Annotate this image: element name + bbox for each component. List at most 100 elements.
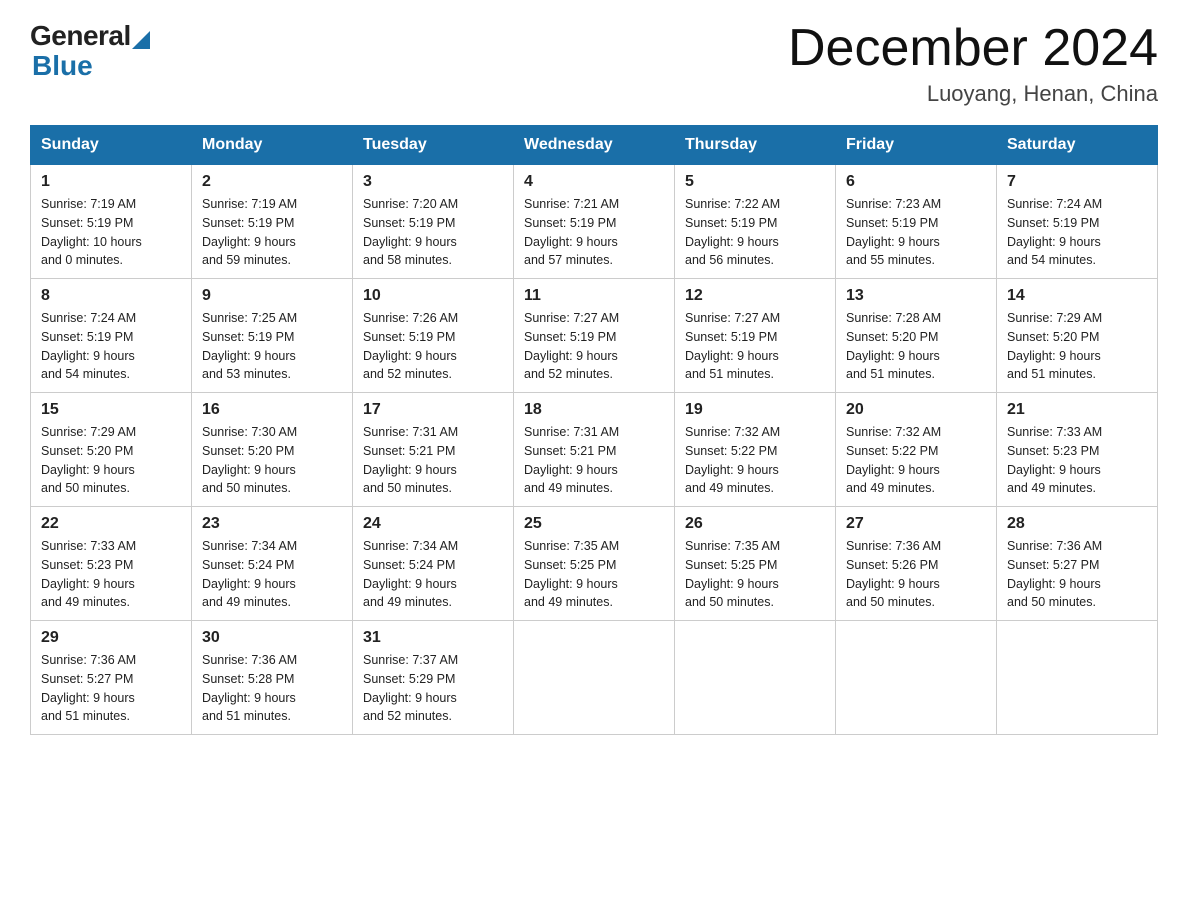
day-info: Sunrise: 7:37 AMSunset: 5:29 PMDaylight:…	[363, 651, 503, 726]
col-sunday: Sunday	[31, 126, 192, 165]
table-row: 13 Sunrise: 7:28 AMSunset: 5:20 PMDayligh…	[836, 279, 997, 393]
day-number: 31	[363, 629, 503, 647]
table-row: 24 Sunrise: 7:34 AMSunset: 5:24 PMDayligh…	[353, 507, 514, 621]
day-info: Sunrise: 7:26 AMSunset: 5:19 PMDaylight:…	[363, 309, 503, 384]
table-row: 1Sunrise: 7:19 AMSunset: 5:19 PMDaylight…	[31, 165, 192, 279]
table-row: 25 Sunrise: 7:35 AMSunset: 5:25 PMDayligh…	[514, 507, 675, 621]
table-row: 17 Sunrise: 7:31 AMSunset: 5:21 PMDayligh…	[353, 393, 514, 507]
day-number: 15	[41, 401, 181, 419]
col-tuesday: Tuesday	[353, 126, 514, 165]
table-row: 29 Sunrise: 7:36 AMSunset: 5:27 PMDayligh…	[31, 621, 192, 735]
day-number: 29	[41, 629, 181, 647]
table-row: 10 Sunrise: 7:26 AMSunset: 5:19 PMDayligh…	[353, 279, 514, 393]
day-info: Sunrise: 7:33 AMSunset: 5:23 PMDaylight:…	[41, 537, 181, 612]
table-row: 15 Sunrise: 7:29 AMSunset: 5:20 PMDayligh…	[31, 393, 192, 507]
day-info: Sunrise: 7:31 AMSunset: 5:21 PMDaylight:…	[363, 423, 503, 498]
table-row: 28Sunrise: 7:36 AMSunset: 5:27 PMDayligh…	[997, 507, 1158, 621]
calendar-week-row: 22 Sunrise: 7:33 AMSunset: 5:23 PMDayligh…	[31, 507, 1158, 621]
day-info: Sunrise: 7:31 AMSunset: 5:21 PMDaylight:…	[524, 423, 664, 498]
day-info: Sunrise: 7:36 AMSunset: 5:28 PMDaylight:…	[202, 651, 342, 726]
calendar-week-row: 1 Sunrise: 7:19 AMSunset: 5:19 PMDaylight…	[31, 165, 1158, 279]
day-number: 10	[363, 287, 503, 305]
day-info: Sunrise: 7:20 AMSunset: 5:19 PMDaylight:…	[363, 195, 503, 270]
calendar-table: Sunday Monday Tuesday Wednesday Thursday…	[30, 125, 1158, 735]
day-number: 22	[41, 515, 181, 533]
day-number: 27	[846, 515, 986, 533]
calendar-week-row: 15 Sunrise: 7:29 AMSunset: 5:20 PMDayligh…	[31, 393, 1158, 507]
table-row: 11Sunrise: 7:27 AMSunset: 5:19 PMDayligh…	[514, 279, 675, 393]
day-number: 18	[524, 401, 664, 419]
table-row: 27 Sunrise: 7:36 AMSunset: 5:26 PMDayligh…	[836, 507, 997, 621]
table-row: 9 Sunrise: 7:25 AMSunset: 5:19 PMDaylight…	[192, 279, 353, 393]
day-number: 4	[524, 173, 664, 191]
table-row: 3 Sunrise: 7:20 AMSunset: 5:19 PMDaylight…	[353, 165, 514, 279]
table-row: 30 Sunrise: 7:36 AMSunset: 5:28 PMDayligh…	[192, 621, 353, 735]
day-number: 26	[685, 515, 825, 533]
day-info: Sunrise: 7:23 AMSunset: 5:19 PMDaylight:…	[846, 195, 986, 270]
col-thursday: Thursday	[675, 126, 836, 165]
day-info: Sunrise: 7:33 AMSunset: 5:23 PMDaylight:…	[1007, 423, 1147, 498]
table-row: 6 Sunrise: 7:23 AMSunset: 5:19 PMDaylight…	[836, 165, 997, 279]
table-row: 12 Sunrise: 7:27 AMSunset: 5:19 PMDayligh…	[675, 279, 836, 393]
location-label: Luoyang, Henan, China	[788, 81, 1158, 107]
day-info: Sunrise: 7:29 AMSunset: 5:20 PMDaylight:…	[1007, 309, 1147, 384]
day-number: 16	[202, 401, 342, 419]
table-row: 20 Sunrise: 7:32 AMSunset: 5:22 PMDayligh…	[836, 393, 997, 507]
day-info: Sunrise: 7:35 AMSunset: 5:25 PMDaylight:…	[685, 537, 825, 612]
logo-general-text: General	[30, 20, 131, 52]
day-info: Sunrise: 7:25 AMSunset: 5:19 PMDaylight:…	[202, 309, 342, 384]
table-row	[997, 621, 1158, 735]
day-number: 8	[41, 287, 181, 305]
day-number: 19	[685, 401, 825, 419]
day-info: Sunrise: 7:22 AMSunset: 5:19 PMDaylight:…	[685, 195, 825, 270]
page-header: General Blue December 2024 Luoyang, Hena…	[30, 20, 1158, 107]
day-info: Sunrise: 7:36 AMSunset: 5:26 PMDaylight:…	[846, 537, 986, 612]
table-row: 7Sunrise: 7:24 AMSunset: 5:19 PMDaylight…	[997, 165, 1158, 279]
calendar-week-row: 8Sunrise: 7:24 AMSunset: 5:19 PMDaylight…	[31, 279, 1158, 393]
day-number: 21	[1007, 401, 1147, 419]
table-row: 5Sunrise: 7:22 AMSunset: 5:19 PMDaylight…	[675, 165, 836, 279]
table-row: 23 Sunrise: 7:34 AMSunset: 5:24 PMDayligh…	[192, 507, 353, 621]
table-row	[836, 621, 997, 735]
table-row: 2 Sunrise: 7:19 AMSunset: 5:19 PMDaylight…	[192, 165, 353, 279]
day-number: 3	[363, 173, 503, 191]
table-row: 18 Sunrise: 7:31 AMSunset: 5:21 PMDayligh…	[514, 393, 675, 507]
logo-blue-text: Blue	[32, 50, 93, 81]
day-info: Sunrise: 7:34 AMSunset: 5:24 PMDaylight:…	[363, 537, 503, 612]
table-row: 8Sunrise: 7:24 AMSunset: 5:19 PMDaylight…	[31, 279, 192, 393]
day-info: Sunrise: 7:28 AMSunset: 5:20 PMDaylight:…	[846, 309, 986, 384]
day-info: Sunrise: 7:27 AMSunset: 5:19 PMDaylight:…	[685, 309, 825, 384]
day-info: Sunrise: 7:36 AMSunset: 5:27 PMDaylight:…	[1007, 537, 1147, 612]
day-number: 17	[363, 401, 503, 419]
day-info: Sunrise: 7:36 AMSunset: 5:27 PMDaylight:…	[41, 651, 181, 726]
calendar-header-row: Sunday Monday Tuesday Wednesday Thursday…	[31, 126, 1158, 165]
header-right: December 2024 Luoyang, Henan, China	[788, 20, 1158, 107]
col-saturday: Saturday	[997, 126, 1158, 165]
table-row: 21 Sunrise: 7:33 AMSunset: 5:23 PMDayligh…	[997, 393, 1158, 507]
table-row	[514, 621, 675, 735]
col-monday: Monday	[192, 126, 353, 165]
day-info: Sunrise: 7:32 AMSunset: 5:22 PMDaylight:…	[685, 423, 825, 498]
day-info: Sunrise: 7:34 AMSunset: 5:24 PMDaylight:…	[202, 537, 342, 612]
day-info: Sunrise: 7:19 AMSunset: 5:19 PMDaylight:…	[202, 195, 342, 270]
day-info: Sunrise: 7:35 AMSunset: 5:25 PMDaylight:…	[524, 537, 664, 612]
day-info: Sunrise: 7:32 AMSunset: 5:22 PMDaylight:…	[846, 423, 986, 498]
day-number: 2	[202, 173, 342, 191]
day-number: 23	[202, 515, 342, 533]
day-number: 13	[846, 287, 986, 305]
col-friday: Friday	[836, 126, 997, 165]
day-number: 12	[685, 287, 825, 305]
day-number: 6	[846, 173, 986, 191]
day-number: 24	[363, 515, 503, 533]
day-number: 30	[202, 629, 342, 647]
logo: General Blue	[30, 20, 150, 82]
day-number: 1	[41, 173, 181, 191]
table-row: 31 Sunrise: 7:37 AMSunset: 5:29 PMDayligh…	[353, 621, 514, 735]
day-info: Sunrise: 7:29 AMSunset: 5:20 PMDaylight:…	[41, 423, 181, 498]
day-number: 20	[846, 401, 986, 419]
day-info: Sunrise: 7:27 AMSunset: 5:19 PMDaylight:…	[524, 309, 664, 384]
day-info: Sunrise: 7:30 AMSunset: 5:20 PMDaylight:…	[202, 423, 342, 498]
day-info: Sunrise: 7:21 AMSunset: 5:19 PMDaylight:…	[524, 195, 664, 270]
day-number: 9	[202, 287, 342, 305]
day-number: 25	[524, 515, 664, 533]
